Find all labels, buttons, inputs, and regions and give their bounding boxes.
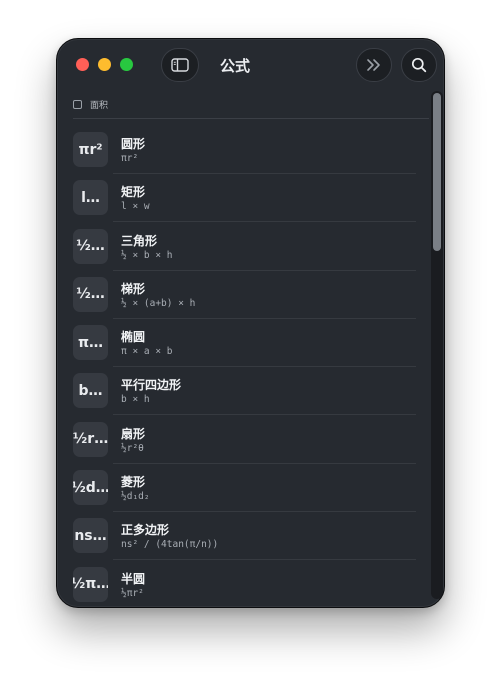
formula-name: 梯形 bbox=[121, 281, 146, 296]
header-divider bbox=[73, 118, 429, 119]
formula-badge: ½d… bbox=[73, 470, 108, 506]
row-divider bbox=[113, 462, 416, 464]
list-item[interactable]: ½… 梯形 ½ × (a+b) × h bbox=[72, 276, 416, 325]
formula-expression: ½ × b × h bbox=[121, 249, 173, 261]
more-button[interactable] bbox=[356, 48, 392, 82]
formula-expression: ½πr² bbox=[121, 587, 144, 599]
formula-name: 菱形 bbox=[121, 475, 146, 490]
list-item[interactable]: ½… 三角形 ½ × b × h bbox=[72, 228, 416, 277]
list-item[interactable]: ns… 正多边形 ns² / (4tan(π/n)) bbox=[72, 518, 416, 566]
sidebar-toggle-button[interactable] bbox=[161, 48, 199, 82]
formula-badge: l… bbox=[73, 180, 108, 216]
formula-expression: l × w bbox=[121, 201, 150, 213]
formula-expression: πr² bbox=[121, 153, 139, 164]
formula-expression: π × a × b bbox=[121, 346, 173, 358]
scrollbar-thumb[interactable] bbox=[433, 93, 441, 251]
formula-expression: ½r²θ bbox=[121, 442, 144, 454]
list-item[interactable]: ½d… 菱形 ½d₁d₂ bbox=[72, 470, 416, 518]
formula-badge: ½… bbox=[73, 228, 108, 264]
list-item[interactable]: b… 平行四边形 b × h bbox=[72, 373, 416, 421]
window-title: 公式 bbox=[220, 57, 251, 75]
title-bar: 公式 bbox=[57, 39, 444, 95]
area-filter-label: 面积 bbox=[90, 101, 109, 111]
row-divider bbox=[113, 511, 416, 513]
area-filter[interactable]: 面积 bbox=[73, 98, 108, 111]
row-divider bbox=[113, 269, 416, 271]
formula-name: 圆形 bbox=[121, 137, 146, 151]
list-item[interactable]: ½r… 扇形 ½r²θ bbox=[72, 421, 416, 470]
maximize-window-button[interactable] bbox=[120, 58, 133, 71]
chevron-double-right-icon bbox=[367, 59, 380, 71]
formula-name: 正多边形 bbox=[121, 523, 170, 538]
close-window-button[interactable] bbox=[76, 58, 89, 71]
list-item[interactable]: ½π… 半圆 ½πr² bbox=[72, 566, 416, 607]
formula-name: 三角形 bbox=[121, 233, 158, 248]
row-divider bbox=[113, 221, 416, 223]
formula-badge: πr² bbox=[73, 132, 108, 167]
formula-expression: ½d₁d₂ bbox=[121, 491, 150, 503]
formula-name: 扇形 bbox=[121, 426, 146, 441]
formula-window: 公式 面积 πr² 圆形 πr² l… 矩形 l × w ½… 三角形 ½ × … bbox=[56, 38, 445, 608]
formula-badge: ½r… bbox=[73, 421, 108, 457]
scrollbar[interactable] bbox=[431, 91, 443, 599]
list-item[interactable]: l… 矩形 l × w bbox=[72, 180, 416, 228]
area-filter-checkbox[interactable] bbox=[73, 100, 82, 109]
formula-badge: ½… bbox=[73, 276, 108, 312]
formula-expression: ns² / (4tan(π/n)) bbox=[121, 539, 219, 551]
formula-expression: ½ × (a+b) × h bbox=[121, 297, 196, 309]
formula-name: 半圆 bbox=[121, 571, 146, 586]
search-button[interactable] bbox=[401, 48, 437, 82]
formula-name: 平行四边形 bbox=[121, 378, 182, 393]
minimize-window-button[interactable] bbox=[98, 58, 111, 71]
sidebar-toggle-icon bbox=[171, 58, 189, 72]
list-item[interactable]: πr² 圆形 πr² bbox=[72, 132, 416, 180]
formula-badge: π… bbox=[73, 325, 108, 361]
formula-badge: ½π… bbox=[73, 566, 108, 602]
row-divider bbox=[113, 559, 416, 561]
formula-expression: b × h bbox=[121, 394, 150, 406]
row-divider bbox=[113, 317, 416, 319]
row-divider bbox=[113, 366, 416, 368]
search-icon bbox=[411, 57, 427, 73]
row-divider bbox=[113, 414, 416, 416]
formula-name: 椭圆 bbox=[121, 330, 146, 345]
row-divider bbox=[113, 173, 416, 174]
list-item[interactable]: π… 椭圆 π × a × b bbox=[72, 325, 416, 373]
formula-badge: b… bbox=[73, 373, 108, 409]
formula-name: 矩形 bbox=[121, 185, 146, 200]
formula-badge: ns… bbox=[73, 518, 108, 554]
formula-list: πr² 圆形 πr² l… 矩形 l × w ½… 三角形 ½ × b × h … bbox=[72, 132, 416, 607]
